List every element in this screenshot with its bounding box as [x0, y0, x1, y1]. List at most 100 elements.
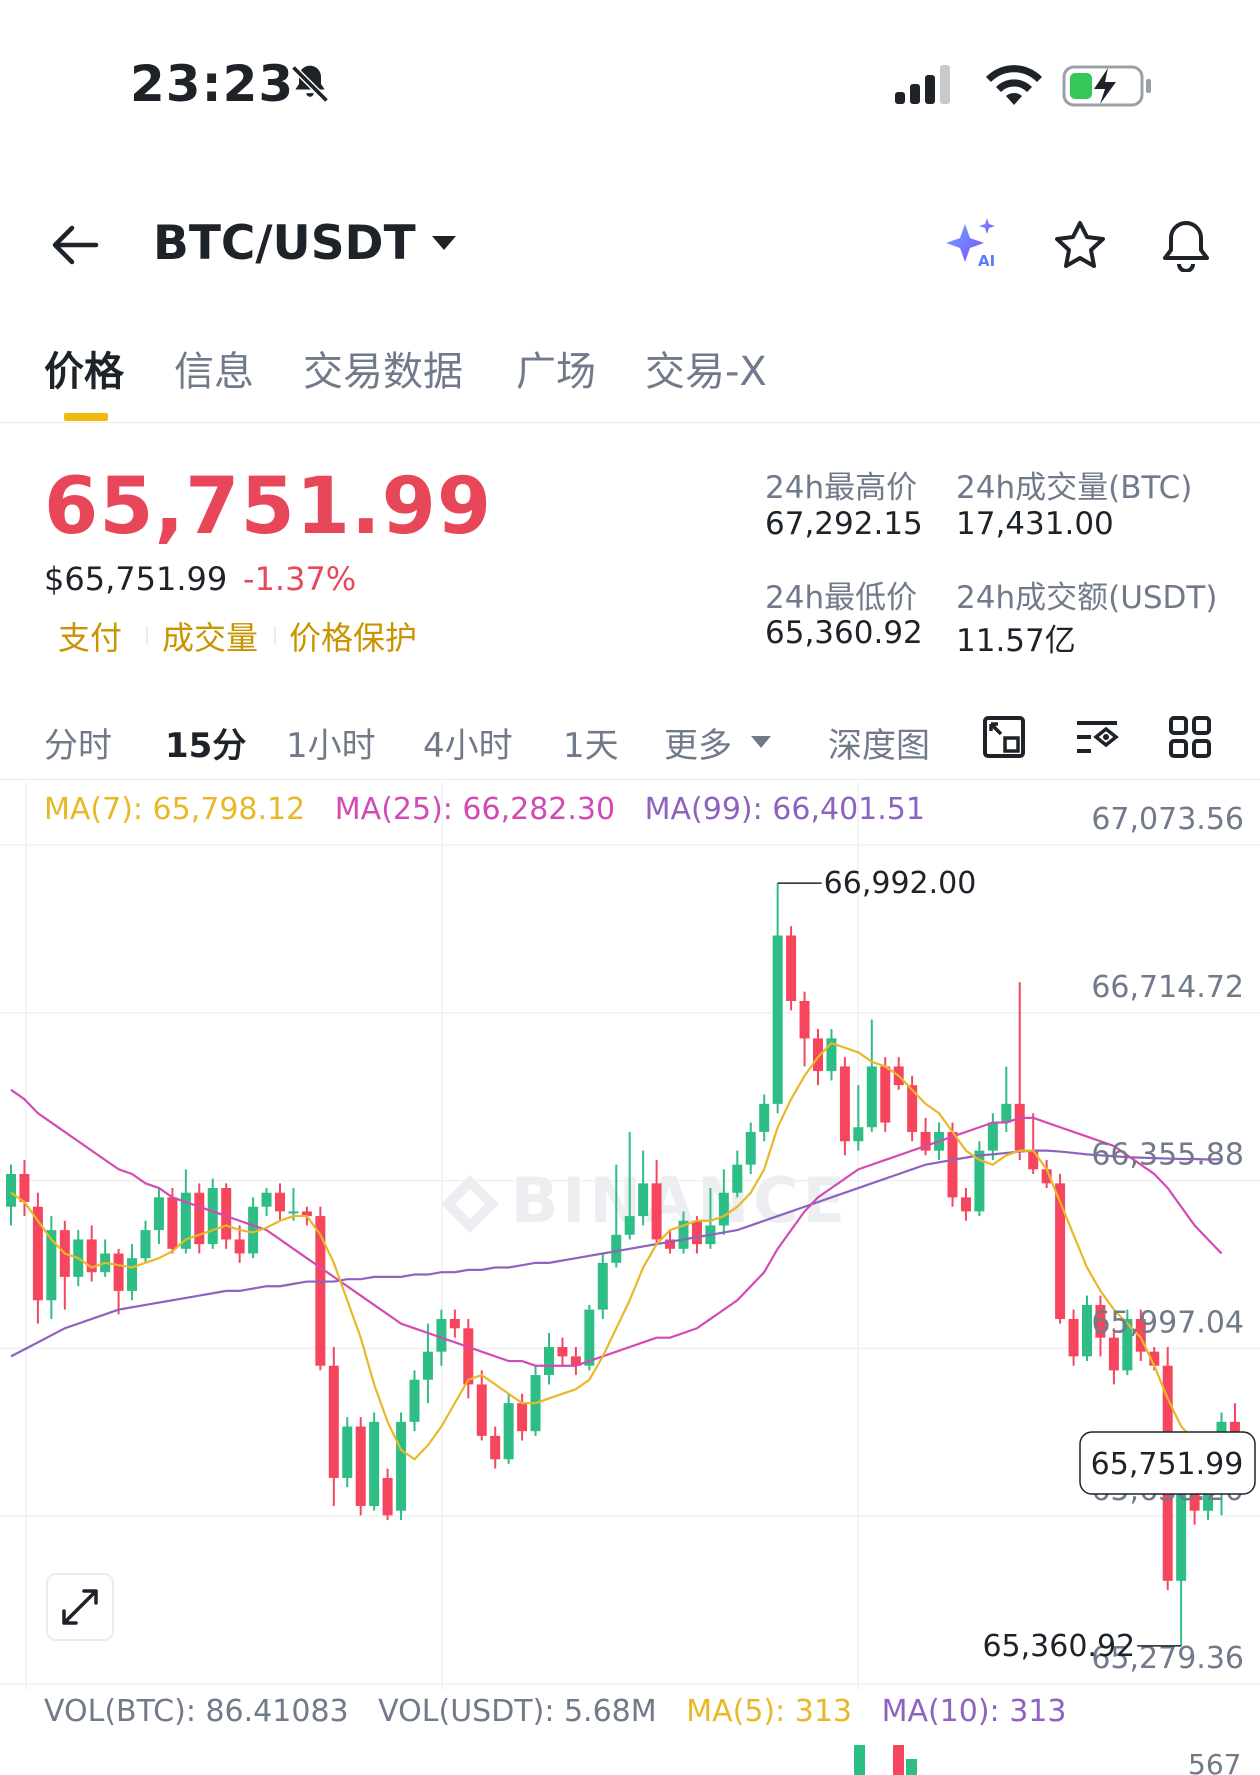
volume-legend: VOL(BTC): 86.41083 VOL(USDT): 5.68M MA(5…: [44, 1694, 1086, 1729]
stat-vol-usdt-label: 24h成交额(USDT): [956, 580, 1218, 616]
tab-trading-data[interactable]: 交易数据: [303, 339, 463, 397]
expand-chart-button[interactable]: [46, 1573, 114, 1641]
candle-body: [140, 1230, 151, 1259]
stat-high-value: 67,292.15: [765, 506, 923, 542]
candle-body: [638, 1183, 649, 1217]
stat-low-label: 24h最低价: [765, 580, 918, 616]
interval-15m[interactable]: 15分: [165, 718, 246, 767]
chart-fullscreen-toggle-icon[interactable]: [982, 715, 1026, 759]
indicator-settings-icon[interactable]: [1074, 715, 1120, 759]
candle-body: [234, 1239, 245, 1254]
tab-info[interactable]: 信息: [174, 339, 254, 397]
volume-bar: [893, 1745, 904, 1775]
vol-ma5: MA(5): 313: [686, 1694, 853, 1729]
stat-vol-btc-label: 24h成交量(BTC): [956, 470, 1193, 506]
candle-body: [113, 1253, 124, 1291]
candle-body: [476, 1384, 487, 1436]
candle-body: [611, 1234, 622, 1263]
tab-square[interactable]: 广场: [516, 339, 596, 397]
candle-body: [328, 1365, 339, 1478]
candle-body: [853, 1127, 864, 1142]
candle-body: [517, 1403, 528, 1432]
volume-bar: [906, 1759, 917, 1775]
layout-grid-icon[interactable]: [1168, 715, 1212, 759]
expand-arrows-icon: [62, 1589, 98, 1625]
last-price-label: 65,751.99: [1091, 1447, 1244, 1482]
y-axis-label: 66,355.88: [1091, 1138, 1244, 1173]
candle-body: [275, 1192, 285, 1212]
candle-body: [624, 1216, 635, 1235]
candle-body: [355, 1426, 366, 1507]
candle-body: [597, 1262, 608, 1310]
tag-volume[interactable]: 成交量: [162, 613, 258, 659]
candle-body: [396, 1421, 407, 1511]
back-arrow-icon[interactable]: [50, 222, 100, 268]
status-time: 23:23: [130, 55, 295, 113]
battery-charging-icon: [1062, 65, 1151, 107]
tag-divider: [274, 626, 276, 644]
ma99-value: MA(99): 66,401.51: [644, 792, 925, 827]
ma25-value: MA(25): 66,282.30: [334, 792, 616, 827]
candle-body: [772, 935, 783, 1104]
silent-bell-icon: [291, 65, 329, 103]
candle-body: [167, 1197, 178, 1249]
y-axis-label: 65,997.04: [1091, 1305, 1244, 1340]
candle-body: [463, 1328, 474, 1385]
low-price-marker: 65,360.92: [982, 1629, 1135, 1664]
tag-price-protection[interactable]: 价格保护: [289, 613, 417, 659]
candlestick-chart[interactable]: BINANCE67,073.5666,714.7266,355.8865,997…: [0, 782, 1260, 1690]
candle-body: [1068, 1318, 1079, 1357]
volume-bars: [854, 1745, 917, 1775]
candle-body: [261, 1192, 272, 1207]
candle-body: [745, 1131, 756, 1165]
stat-high-label: 24h最高价: [765, 470, 918, 506]
interval-1d[interactable]: 1天: [563, 718, 619, 767]
ma-legend: MA(7): 65,798.12 MA(25): 66,282.30 MA(99…: [44, 792, 945, 827]
candle-body: [718, 1192, 729, 1226]
candle-body: [786, 935, 797, 1001]
tab-trade-x[interactable]: 交易-X: [645, 339, 767, 397]
candle-body: [947, 1131, 958, 1198]
candle-body: [369, 1421, 380, 1507]
candle-body: [557, 1347, 568, 1357]
price-alert-bell-icon[interactable]: [1160, 218, 1212, 272]
more-dropdown-caret-icon[interactable]: [750, 735, 772, 749]
candle-body: [1001, 1103, 1012, 1123]
candle-body: [6, 1173, 16, 1207]
candle-body: [960, 1197, 971, 1212]
interval-1h[interactable]: 1小时: [286, 718, 376, 767]
candle-body: [732, 1164, 743, 1193]
pair-dropdown-caret-icon[interactable]: [430, 234, 458, 252]
candle-body: [315, 1216, 326, 1366]
candle-body: [127, 1258, 138, 1291]
volume-bar: [854, 1745, 865, 1775]
stat-vol-usdt-value: 11.57亿: [956, 623, 1076, 659]
candle-body: [1014, 1103, 1025, 1151]
interval-4h[interactable]: 4小时: [423, 718, 513, 767]
cellular-signal-icon: [895, 65, 950, 104]
candle-body: [839, 1066, 850, 1142]
price-usd: $65,751.99: [44, 560, 228, 598]
stat-low-value: 65,360.92: [765, 615, 923, 651]
trading-pair-title[interactable]: BTC/USDT: [153, 216, 416, 271]
candle-body: [1028, 1150, 1039, 1170]
candle-body: [288, 1211, 299, 1214]
candle-body: [651, 1183, 662, 1240]
ai-sparkle-icon[interactable]: AI: [945, 216, 1003, 268]
candle-body: [503, 1403, 514, 1460]
ma7-value: MA(7): 65,798.12: [44, 792, 306, 827]
wifi-icon: [986, 65, 1042, 105]
candle-body: [422, 1351, 433, 1380]
interval-timeline[interactable]: 分时: [44, 718, 112, 767]
tag-pay[interactable]: 支付: [58, 613, 122, 659]
depth-chart-tab[interactable]: 深度图: [828, 718, 930, 767]
candle-body: [759, 1103, 770, 1132]
candle-body: [544, 1347, 554, 1376]
favorite-star-icon[interactable]: [1054, 220, 1106, 270]
candle-body: [382, 1477, 393, 1516]
candle-body: [691, 1220, 702, 1245]
y-axis-label: 67,073.56: [1091, 802, 1244, 837]
tab-price[interactable]: 价格: [44, 339, 124, 397]
interval-more[interactable]: 更多: [664, 718, 732, 767]
vol-usdt: VOL(USDT): 5.68M: [378, 1694, 657, 1729]
